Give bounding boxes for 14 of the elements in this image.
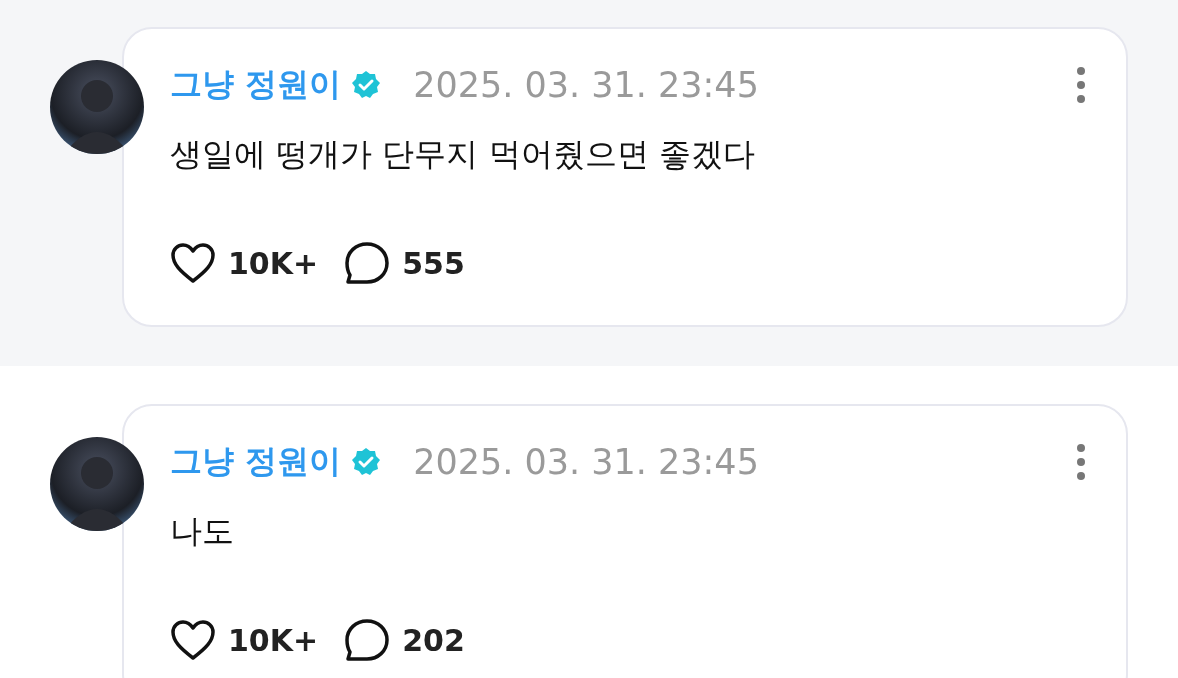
post-text: 생일에 떵개가 단무지 먹어줬으면 좋겠다 [170,134,756,175]
like-button[interactable]: 10K+ [170,619,319,661]
more-options-icon[interactable] [1076,442,1086,482]
speech-bubble-icon [344,618,391,662]
more-options-icon[interactable] [1076,65,1086,105]
comment-button[interactable]: 555 [344,241,465,285]
like-button[interactable]: 10K+ [170,242,319,284]
post-date: 2025. 03. 31. 23:45 [413,442,759,482]
speech-bubble-icon [344,241,391,285]
post-text: 나도 [170,511,235,552]
heart-icon [170,242,216,284]
comment-button[interactable]: 202 [344,618,465,662]
heart-icon [170,619,216,661]
post-date: 2025. 03. 31. 23:45 [413,65,759,105]
